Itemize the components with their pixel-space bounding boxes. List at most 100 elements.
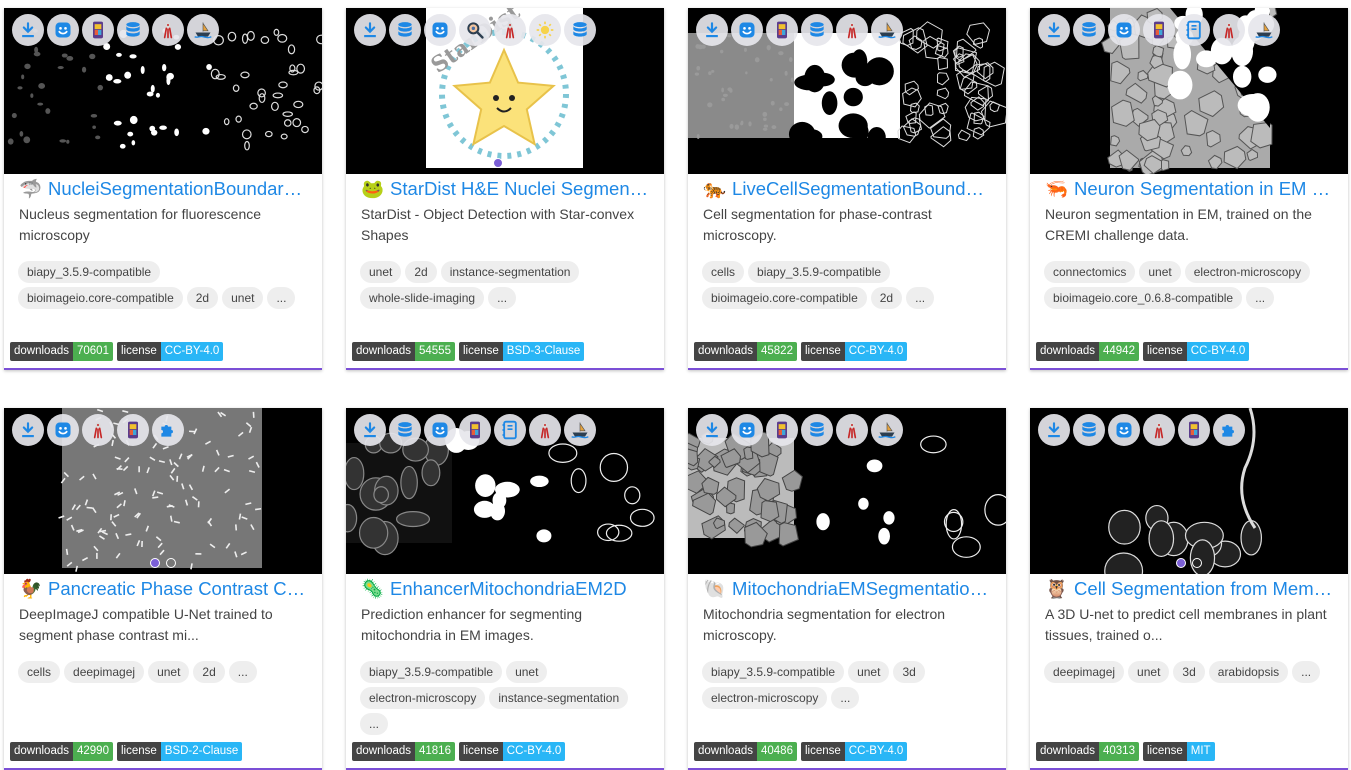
tag-chip[interactable]: unet bbox=[360, 261, 401, 283]
smiley-icon[interactable] bbox=[47, 414, 79, 446]
carousel-dots[interactable] bbox=[1176, 558, 1202, 568]
download-icon[interactable] bbox=[12, 14, 44, 46]
model-title[interactable]: 🦠EnhancerMitochondriaEM2D bbox=[361, 577, 651, 601]
carousel-dot[interactable] bbox=[509, 158, 519, 168]
model-card[interactable]: 🦠EnhancerMitochondriaEM2DPrediction enha… bbox=[346, 408, 664, 770]
phone-app-icon[interactable] bbox=[1178, 414, 1210, 446]
phone-app-icon[interactable] bbox=[117, 414, 149, 446]
download-icon[interactable] bbox=[1038, 14, 1070, 46]
tag-chip[interactable]: 2d bbox=[871, 287, 902, 309]
model-thumbnail[interactable] bbox=[688, 408, 1006, 574]
tag-chip[interactable]: instance-segmentation bbox=[489, 687, 628, 709]
tag-chip[interactable]: instance-segmentation bbox=[441, 261, 580, 283]
ilastik-icon[interactable] bbox=[152, 14, 184, 46]
tag-chip[interactable]: cells bbox=[702, 261, 744, 283]
tag-chip[interactable]: unet bbox=[1139, 261, 1180, 283]
tag-chip[interactable]: 2d bbox=[187, 287, 218, 309]
phone-app-icon[interactable] bbox=[459, 414, 491, 446]
model-card[interactable]: 🦈NucleiSegmentationBoundaryModelNucleus … bbox=[4, 8, 322, 370]
model-thumbnail[interactable]: StarDist bbox=[346, 8, 664, 174]
tag-chip[interactable]: unet bbox=[848, 661, 889, 683]
carousel-dot[interactable] bbox=[150, 558, 160, 568]
tag-chip[interactable]: bioimageio.core-compatible bbox=[18, 287, 183, 309]
download-icon[interactable] bbox=[696, 414, 728, 446]
carousel-dots[interactable] bbox=[493, 158, 519, 168]
tag-chip[interactable]: arabidopsis bbox=[1209, 661, 1288, 683]
tag-chip[interactable]: ... bbox=[267, 287, 295, 309]
magnifier-icon[interactable] bbox=[459, 14, 491, 46]
carousel-dots[interactable] bbox=[150, 558, 176, 568]
model-thumbnail[interactable] bbox=[1030, 8, 1348, 174]
tag-chip[interactable]: unet bbox=[222, 287, 263, 309]
model-title-text[interactable]: MitochondriaEMSegmentationBoundaryModel bbox=[732, 578, 993, 599]
tag-chip[interactable]: 2d bbox=[193, 661, 224, 683]
model-title-text[interactable]: LiveCellSegmentationBoundaryModel bbox=[732, 178, 993, 199]
ilastik-icon[interactable] bbox=[1143, 414, 1175, 446]
phone-app-icon[interactable] bbox=[766, 414, 798, 446]
model-card[interactable]: 🐅LiveCellSegmentationBoundaryModelCell s… bbox=[688, 8, 1006, 370]
model-card[interactable]: 🐓Pancreatic Phase Contrast Cell Segmenta… bbox=[4, 408, 322, 770]
model-title-text[interactable]: Neuron Segmentation in EM (Membrane Pred… bbox=[1074, 178, 1335, 199]
tag-chip[interactable]: deepimagej bbox=[64, 661, 144, 683]
database-icon[interactable] bbox=[389, 14, 421, 46]
ship-icon[interactable] bbox=[1248, 14, 1280, 46]
tag-chip[interactable]: 3d bbox=[893, 661, 924, 683]
model-thumbnail[interactable] bbox=[4, 408, 322, 574]
phone-app-icon[interactable] bbox=[1143, 14, 1175, 46]
tag-chip[interactable]: biapy_3.5.9-compatible bbox=[18, 261, 160, 283]
puzzle-icon[interactable] bbox=[1213, 414, 1245, 446]
carousel-dot[interactable] bbox=[1192, 558, 1202, 568]
tag-chip[interactable]: ... bbox=[488, 287, 516, 309]
model-title-text[interactable]: EnhancerMitochondriaEM2D bbox=[390, 578, 627, 599]
ilastik-icon[interactable] bbox=[494, 14, 526, 46]
database-icon[interactable] bbox=[801, 14, 833, 46]
carousel-dot[interactable] bbox=[1176, 558, 1186, 568]
model-card[interactable]: 🐚MitochondriaEMSegmentationBoundaryModel… bbox=[688, 408, 1006, 770]
tag-chip[interactable]: ... bbox=[360, 713, 388, 735]
tag-chip[interactable]: biapy_3.5.9-compatible bbox=[360, 661, 502, 683]
model-title-text[interactable]: NucleiSegmentationBoundaryModel bbox=[48, 178, 309, 199]
tag-chip[interactable]: electron-microscopy bbox=[1185, 261, 1310, 283]
ilastik-icon[interactable] bbox=[836, 414, 868, 446]
tag-chip[interactable]: connectomics bbox=[1044, 261, 1135, 283]
tag-chip[interactable]: cells bbox=[18, 661, 60, 683]
ship-icon[interactable] bbox=[564, 414, 596, 446]
tag-chip[interactable]: ... bbox=[229, 661, 257, 683]
model-card[interactable]: StarDist 🐸StarDist H&E Nuclei Segmentatio… bbox=[346, 8, 664, 370]
database-icon[interactable] bbox=[801, 414, 833, 446]
database-icon[interactable] bbox=[1073, 14, 1105, 46]
model-title-text[interactable]: Pancreatic Phase Contrast Cell Segmentat… bbox=[48, 578, 309, 599]
tag-chip[interactable]: ... bbox=[1246, 287, 1274, 309]
tag-chip[interactable]: whole-slide-imaging bbox=[360, 287, 484, 309]
ilastik-icon[interactable] bbox=[82, 414, 114, 446]
tag-chip[interactable]: electron-microscopy bbox=[360, 687, 485, 709]
model-title-text[interactable]: Cell Segmentation from Membranes bbox=[1074, 578, 1335, 599]
tag-chip[interactable]: biapy_3.5.9-compatible bbox=[748, 261, 890, 283]
ship-icon[interactable] bbox=[187, 14, 219, 46]
tag-chip[interactable]: ... bbox=[1292, 661, 1320, 683]
model-title[interactable]: 🐸StarDist H&E Nuclei Segmentation bbox=[361, 177, 651, 201]
tag-chip[interactable]: biapy_3.5.9-compatible bbox=[702, 661, 844, 683]
model-card[interactable]: 🦉Cell Segmentation from MembranesA 3D U-… bbox=[1030, 408, 1348, 770]
smiley-icon[interactable] bbox=[731, 414, 763, 446]
model-title[interactable]: 🦈NucleiSegmentationBoundaryModel bbox=[19, 177, 309, 201]
smiley-icon[interactable] bbox=[424, 414, 456, 446]
ship-icon[interactable] bbox=[871, 14, 903, 46]
phone-app-icon[interactable] bbox=[82, 14, 114, 46]
database-icon[interactable] bbox=[117, 14, 149, 46]
tag-chip[interactable]: 3d bbox=[1173, 661, 1204, 683]
carousel-dot[interactable] bbox=[166, 558, 176, 568]
model-title[interactable]: 🐚MitochondriaEMSegmentationBoundaryModel bbox=[703, 577, 993, 601]
tag-chip[interactable]: 2d bbox=[405, 261, 436, 283]
ship-icon[interactable] bbox=[871, 414, 903, 446]
carousel-dot[interactable] bbox=[493, 158, 503, 168]
ilastik-icon[interactable] bbox=[836, 14, 868, 46]
model-title[interactable]: 🐓Pancreatic Phase Contrast Cell Segmenta… bbox=[19, 577, 309, 601]
smiley-icon[interactable] bbox=[1108, 414, 1140, 446]
model-thumbnail[interactable] bbox=[688, 8, 1006, 174]
ilastik-icon[interactable] bbox=[529, 414, 561, 446]
model-title[interactable]: 🦐Neuron Segmentation in EM (Membrane Pre… bbox=[1045, 177, 1335, 201]
tag-chip[interactable]: ... bbox=[906, 287, 934, 309]
phone-app-icon[interactable] bbox=[766, 14, 798, 46]
sun-icon[interactable] bbox=[529, 14, 561, 46]
